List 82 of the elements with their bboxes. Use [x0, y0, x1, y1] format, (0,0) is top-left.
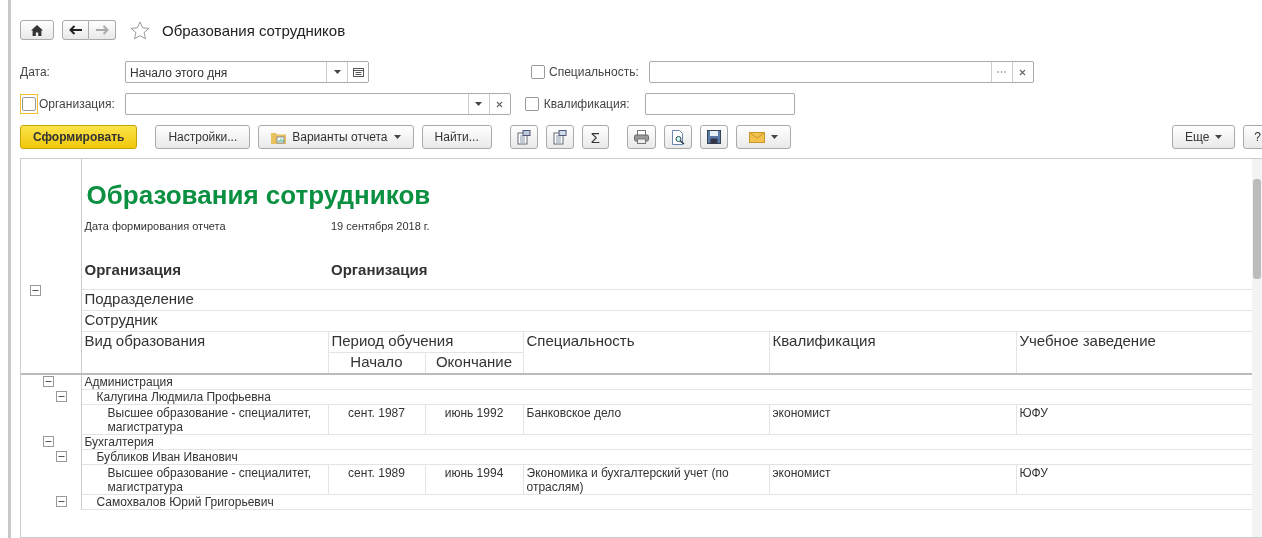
- collapse-toggle-icon[interactable]: [56, 390, 67, 402]
- dropdown-caret-icon: [475, 102, 483, 106]
- calendar-icon: [352, 67, 364, 77]
- collapse-toggle-icon[interactable]: [56, 450, 67, 462]
- clear-icon: [496, 100, 504, 108]
- star-icon[interactable]: [130, 20, 150, 40]
- back-arrow-icon: [69, 25, 82, 35]
- clear-icon: [1019, 68, 1027, 76]
- page-magnifier-icon: [670, 129, 685, 145]
- grouping-collapse-icon: [552, 129, 567, 145]
- dropdown-caret-icon: [333, 70, 341, 74]
- department-name: Бухгалтерия: [84, 435, 154, 449]
- forward-arrow-icon: [95, 25, 109, 35]
- report-date: 19 сентября 2018 г.: [331, 220, 430, 232]
- home-icon: [31, 24, 43, 36]
- table-cell: сент. 1989: [348, 466, 405, 480]
- collapse-toggle-icon[interactable]: [43, 435, 54, 447]
- folder-icon: [271, 130, 287, 144]
- organization-field[interactable]: [124, 93, 511, 115]
- report-title: Образования сотрудников: [86, 180, 431, 210]
- column-header: Вид образования: [84, 332, 206, 349]
- preview-button[interactable]: [663, 125, 692, 149]
- specialty-label: Специальность:: [549, 65, 639, 79]
- toolbar-button[interactable]: Найти...: [421, 125, 492, 149]
- qualification-field[interactable]: [644, 93, 795, 115]
- caret-icon: [393, 135, 401, 139]
- specialty-field[interactable]: [648, 61, 1034, 83]
- report-date-label: Дата формирования отчета: [84, 220, 226, 232]
- table-cell: сент. 1987: [348, 406, 405, 420]
- collapse-toggle-icon[interactable]: [30, 284, 41, 296]
- table-cell: ЮФУ: [1019, 406, 1048, 420]
- envelope-icon: [748, 131, 765, 143]
- toolbar-button[interactable]: Σ: [581, 125, 609, 149]
- employee-name: Калугина Людмила Профьевна: [96, 390, 271, 404]
- window-title: Образования сотрудников: [162, 21, 346, 39]
- table-cell: июнь 1994: [444, 466, 504, 480]
- table-cell: Экономика и бухгалтерский учет (по отраслям): [526, 466, 729, 494]
- specialty-checkbox[interactable]: [529, 63, 546, 81]
- group-heading: Организация: [84, 260, 181, 278]
- table-cell: ЮФУ: [1019, 466, 1048, 480]
- level-heading: Сотрудник: [84, 311, 158, 328]
- more-button[interactable]: Еще: [1171, 125, 1236, 149]
- organization-label: Организация:: [39, 97, 115, 111]
- collapse-toggle-icon[interactable]: [43, 376, 54, 387]
- printer-icon: [633, 130, 649, 144]
- expand-groups-button[interactable]: [509, 125, 538, 149]
- caret-icon: [770, 135, 778, 139]
- table-cell-text: Высшее образование - специалитет, магистратура: [107, 466, 313, 494]
- qualification-checkbox[interactable]: [523, 95, 541, 113]
- back-button[interactable]: [62, 20, 89, 40]
- table-cell: экономист: [772, 466, 831, 480]
- group-heading: Организация: [331, 260, 428, 278]
- grouping-expand-icon: [516, 129, 531, 145]
- table-cell-text: Высшее образование - специалитет, магистратура: [107, 406, 313, 434]
- report-variants-button[interactable]: Варианты отчета: [258, 125, 414, 149]
- collapse-groups-button[interactable]: [545, 125, 574, 149]
- column-header: Период обучения: [331, 332, 454, 349]
- column-header: Квалификация: [772, 332, 876, 349]
- column-header: Начало: [350, 353, 403, 370]
- home-button[interactable]: [20, 20, 54, 40]
- send-email-button[interactable]: [735, 125, 791, 149]
- collapse-toggle-icon[interactable]: [56, 495, 67, 507]
- employee-name: Самохвалов Юрий Григорьевич: [96, 495, 274, 509]
- scrollbar[interactable]: [1252, 159, 1262, 537]
- column-header: Окончание: [435, 353, 513, 370]
- help-button[interactable]: ?: [1243, 125, 1262, 149]
- generate-button[interactable]: Сформировать: [20, 125, 138, 149]
- department-name: Администрация: [84, 375, 173, 389]
- save-button[interactable]: [699, 125, 728, 149]
- print-button[interactable]: [626, 125, 656, 149]
- caret-icon: [1215, 135, 1223, 139]
- date-field[interactable]: Начало этого дня: [125, 61, 369, 83]
- column-header: Специальность: [526, 332, 635, 349]
- toolbar-button[interactable]: Настройки...: [155, 125, 251, 149]
- employee-name: Бубликов Иван Иванович: [96, 450, 238, 464]
- table-cell: экономист: [772, 406, 831, 420]
- table-cell: Банковское дело: [526, 406, 622, 420]
- table-cell: июнь 1992: [444, 406, 504, 420]
- column-header: Учебное заведение: [1019, 332, 1156, 349]
- qualification-label: Квалификация:: [543, 97, 630, 111]
- date-label: Дата:: [20, 65, 51, 79]
- level-heading: Подразделение: [84, 290, 194, 307]
